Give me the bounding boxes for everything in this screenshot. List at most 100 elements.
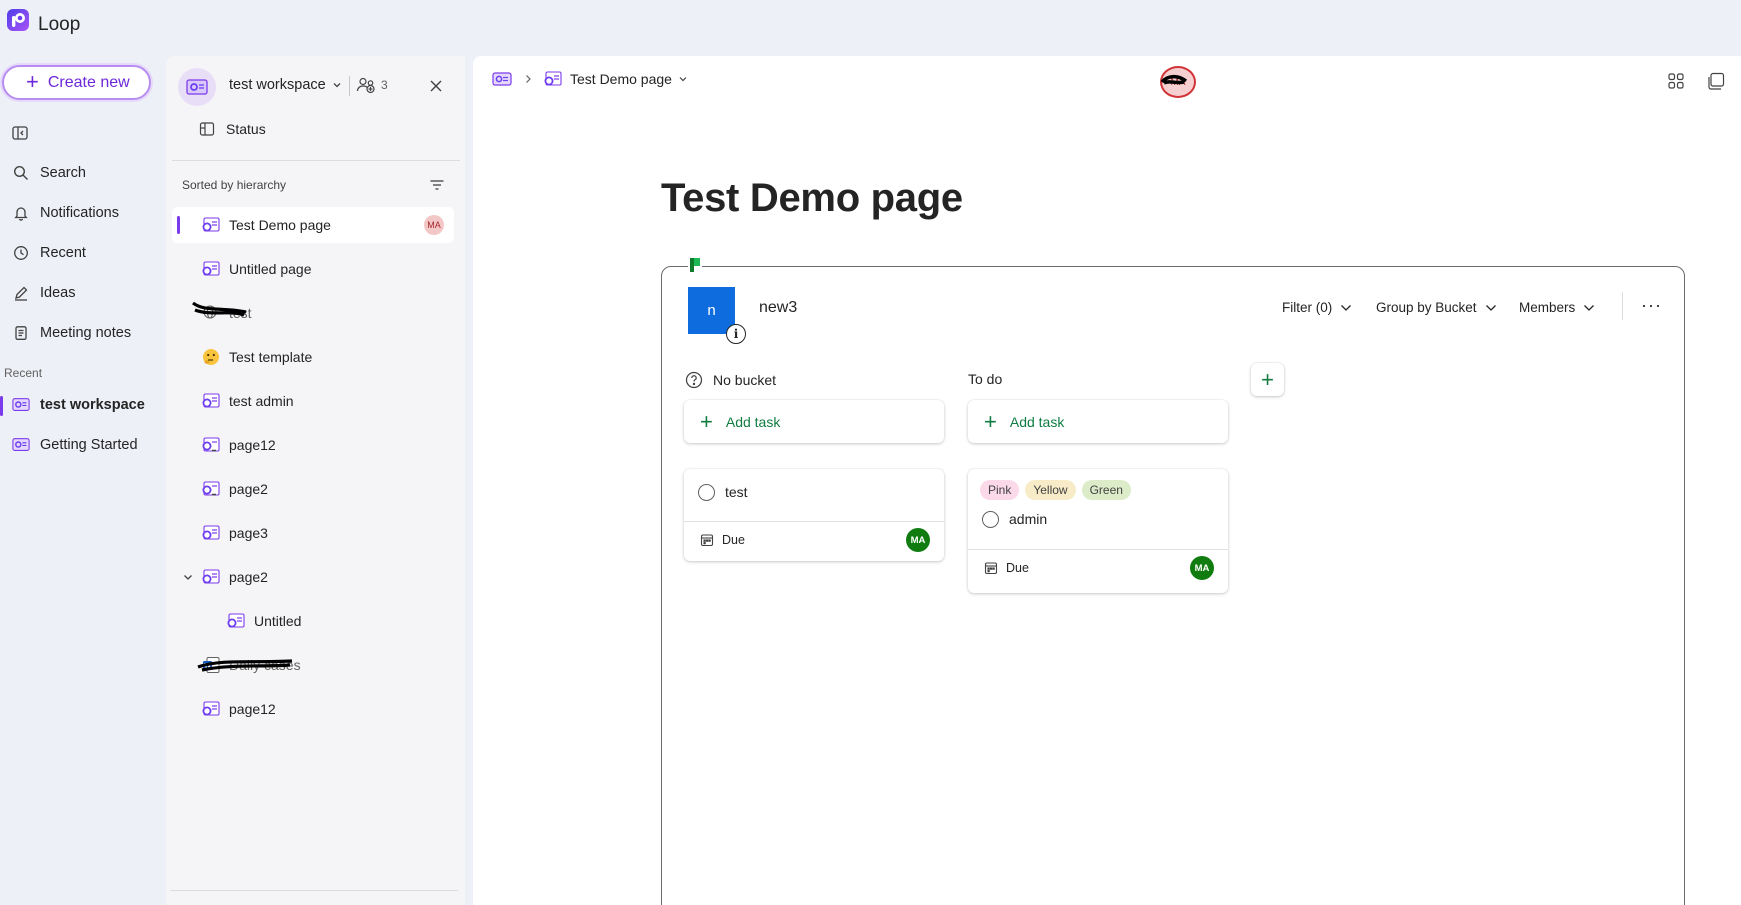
assignee-avatar[interactable]: MA xyxy=(906,528,930,552)
chevron-down-icon[interactable] xyxy=(678,74,688,84)
nav-label: Notifications xyxy=(40,205,119,221)
workspace-avatar[interactable] xyxy=(178,68,216,106)
task-complete-checkbox[interactable] xyxy=(982,511,999,528)
assignee-avatar[interactable]: MA xyxy=(1190,556,1214,580)
calendar-icon xyxy=(984,561,998,575)
question-circle-icon xyxy=(685,371,703,389)
plan-name[interactable]: new3 xyxy=(759,299,797,317)
add-task-button[interactable]: + Add task xyxy=(968,400,1228,443)
close-panel-icon[interactable] xyxy=(426,76,446,96)
recent-caption: Recent xyxy=(4,366,43,380)
task-title: test xyxy=(725,484,748,500)
tree-item-test-admin[interactable]: test admin xyxy=(172,383,454,419)
plus-icon: + xyxy=(984,408,997,434)
tree-item-page2-expanded[interactable]: page2 xyxy=(172,559,454,595)
word-doc-icon: W xyxy=(201,655,221,675)
loop-page-icon xyxy=(201,523,221,543)
chevron-down-icon xyxy=(332,80,342,90)
filter-button[interactable]: Filter (0) xyxy=(1282,300,1352,315)
nav-ideas[interactable]: Ideas xyxy=(12,276,75,310)
tree-item-page2[interactable]: page2 xyxy=(172,471,454,507)
nav-meeting-notes[interactable]: Meeting notes xyxy=(12,316,131,350)
search-icon xyxy=(12,164,30,182)
filter-label: Filter (0) xyxy=(1282,300,1333,315)
nav-recent[interactable]: Recent xyxy=(12,236,86,270)
due-label[interactable]: Due xyxy=(1006,561,1029,575)
plus-icon: + xyxy=(700,408,713,434)
add-bucket-button[interactable]: + xyxy=(1251,363,1284,396)
presence-avatar[interactable]: MA xyxy=(1160,66,1196,98)
status-label: Status xyxy=(226,121,266,137)
emoji-thinking-icon xyxy=(201,347,221,367)
members-button[interactable]: Members xyxy=(1519,300,1595,315)
task-card[interactable]: Pink Yellow Green admin Due MA xyxy=(968,469,1228,593)
task-labels: Pink Yellow Green xyxy=(968,469,1228,500)
chevron-right-icon xyxy=(523,74,533,84)
breadcrumb-page-title[interactable]: Test Demo page xyxy=(570,71,672,87)
bucket-header-no-bucket: No bucket xyxy=(685,371,776,389)
task-title: admin xyxy=(1009,511,1048,527)
recent-getting-started[interactable]: Getting Started xyxy=(12,428,138,462)
add-task-button[interactable]: + Add task xyxy=(684,400,944,443)
tree-item-test-template[interactable]: Test template xyxy=(172,339,454,375)
nav-notifications[interactable]: Notifications xyxy=(12,196,119,230)
recent-label: test workspace xyxy=(40,397,145,413)
tree-item-untitled-page[interactable]: Untitled page xyxy=(172,251,454,287)
apps-grid-icon[interactable] xyxy=(1667,72,1685,90)
recent-workspace-test[interactable]: test workspace xyxy=(12,388,145,422)
tree-item-label: Test template xyxy=(229,349,313,365)
create-new-label: Create new xyxy=(47,73,130,91)
bell-icon xyxy=(12,204,30,222)
tree-item-label: Test Demo page xyxy=(229,217,331,233)
divider xyxy=(172,160,460,161)
more-options-button[interactable]: ··· xyxy=(1641,295,1662,316)
loop-page-icon xyxy=(226,611,246,631)
task-footer: Due MA xyxy=(684,521,944,558)
nav-label: Recent xyxy=(40,245,86,261)
status-item[interactable]: Status xyxy=(199,121,266,137)
group-by-label: Group by Bucket xyxy=(1376,300,1477,315)
loop-page-link-icon xyxy=(201,435,221,455)
tree-item-page12-2[interactable]: page12 xyxy=(172,691,454,727)
workspace-name-dropdown[interactable]: test workspace xyxy=(229,77,342,93)
nav-label: Ideas xyxy=(40,285,76,301)
chevron-down-icon[interactable] xyxy=(182,571,194,583)
members-label: Members xyxy=(1519,300,1576,315)
bucket-header-to-do[interactable]: To do xyxy=(968,371,1002,387)
tree-item-label: Untitled page xyxy=(229,261,312,277)
workspace-members-button[interactable]: 3 xyxy=(356,76,388,94)
add-task-label: Add task xyxy=(1009,413,1065,430)
info-icon[interactable]: i xyxy=(726,324,746,344)
collapse-sidebar-icon[interactable] xyxy=(11,124,29,142)
chevron-down-icon xyxy=(1340,302,1352,314)
tree-item-page3[interactable]: page3 xyxy=(172,515,454,551)
divider xyxy=(1622,292,1623,320)
task-card[interactable]: test Due MA xyxy=(684,469,944,561)
filter-sort-icon[interactable] xyxy=(428,176,446,194)
nav-search[interactable]: Search xyxy=(12,156,86,190)
due-label[interactable]: Due xyxy=(722,533,745,547)
board-icon xyxy=(199,121,215,137)
svg-text:W: W xyxy=(204,662,211,670)
loop-page-icon xyxy=(201,567,221,587)
loop-page-link-icon xyxy=(201,479,221,499)
label-pink: Pink xyxy=(980,480,1020,500)
tree-item-word-doc-redacted[interactable]: W Daily cases xyxy=(172,647,454,683)
task-complete-checkbox[interactable] xyxy=(698,484,715,501)
tree-item-redacted[interactable]: test xyxy=(172,295,454,331)
workspace-breadcrumb-icon[interactable] xyxy=(491,70,513,88)
tree-item-untitled[interactable]: Untitled xyxy=(172,603,454,639)
tree-item-page12[interactable]: page12 xyxy=(172,427,454,463)
group-by-button[interactable]: Group by Bucket xyxy=(1376,300,1497,315)
bucket-name: To do xyxy=(968,371,1003,387)
divider xyxy=(349,76,350,96)
page-title[interactable]: Test Demo page xyxy=(661,176,963,221)
copy-window-icon[interactable] xyxy=(1706,71,1726,91)
collaborator-avatar: MA xyxy=(424,215,444,235)
chevron-down-icon xyxy=(1583,302,1595,314)
task-footer: Due MA xyxy=(968,549,1228,586)
create-new-button[interactable]: + Create new xyxy=(2,65,151,100)
workspace-name: test workspace xyxy=(229,77,326,93)
globe-link-icon xyxy=(201,303,221,323)
tree-item-test-demo-page[interactable]: Test Demo page MA xyxy=(172,207,454,243)
